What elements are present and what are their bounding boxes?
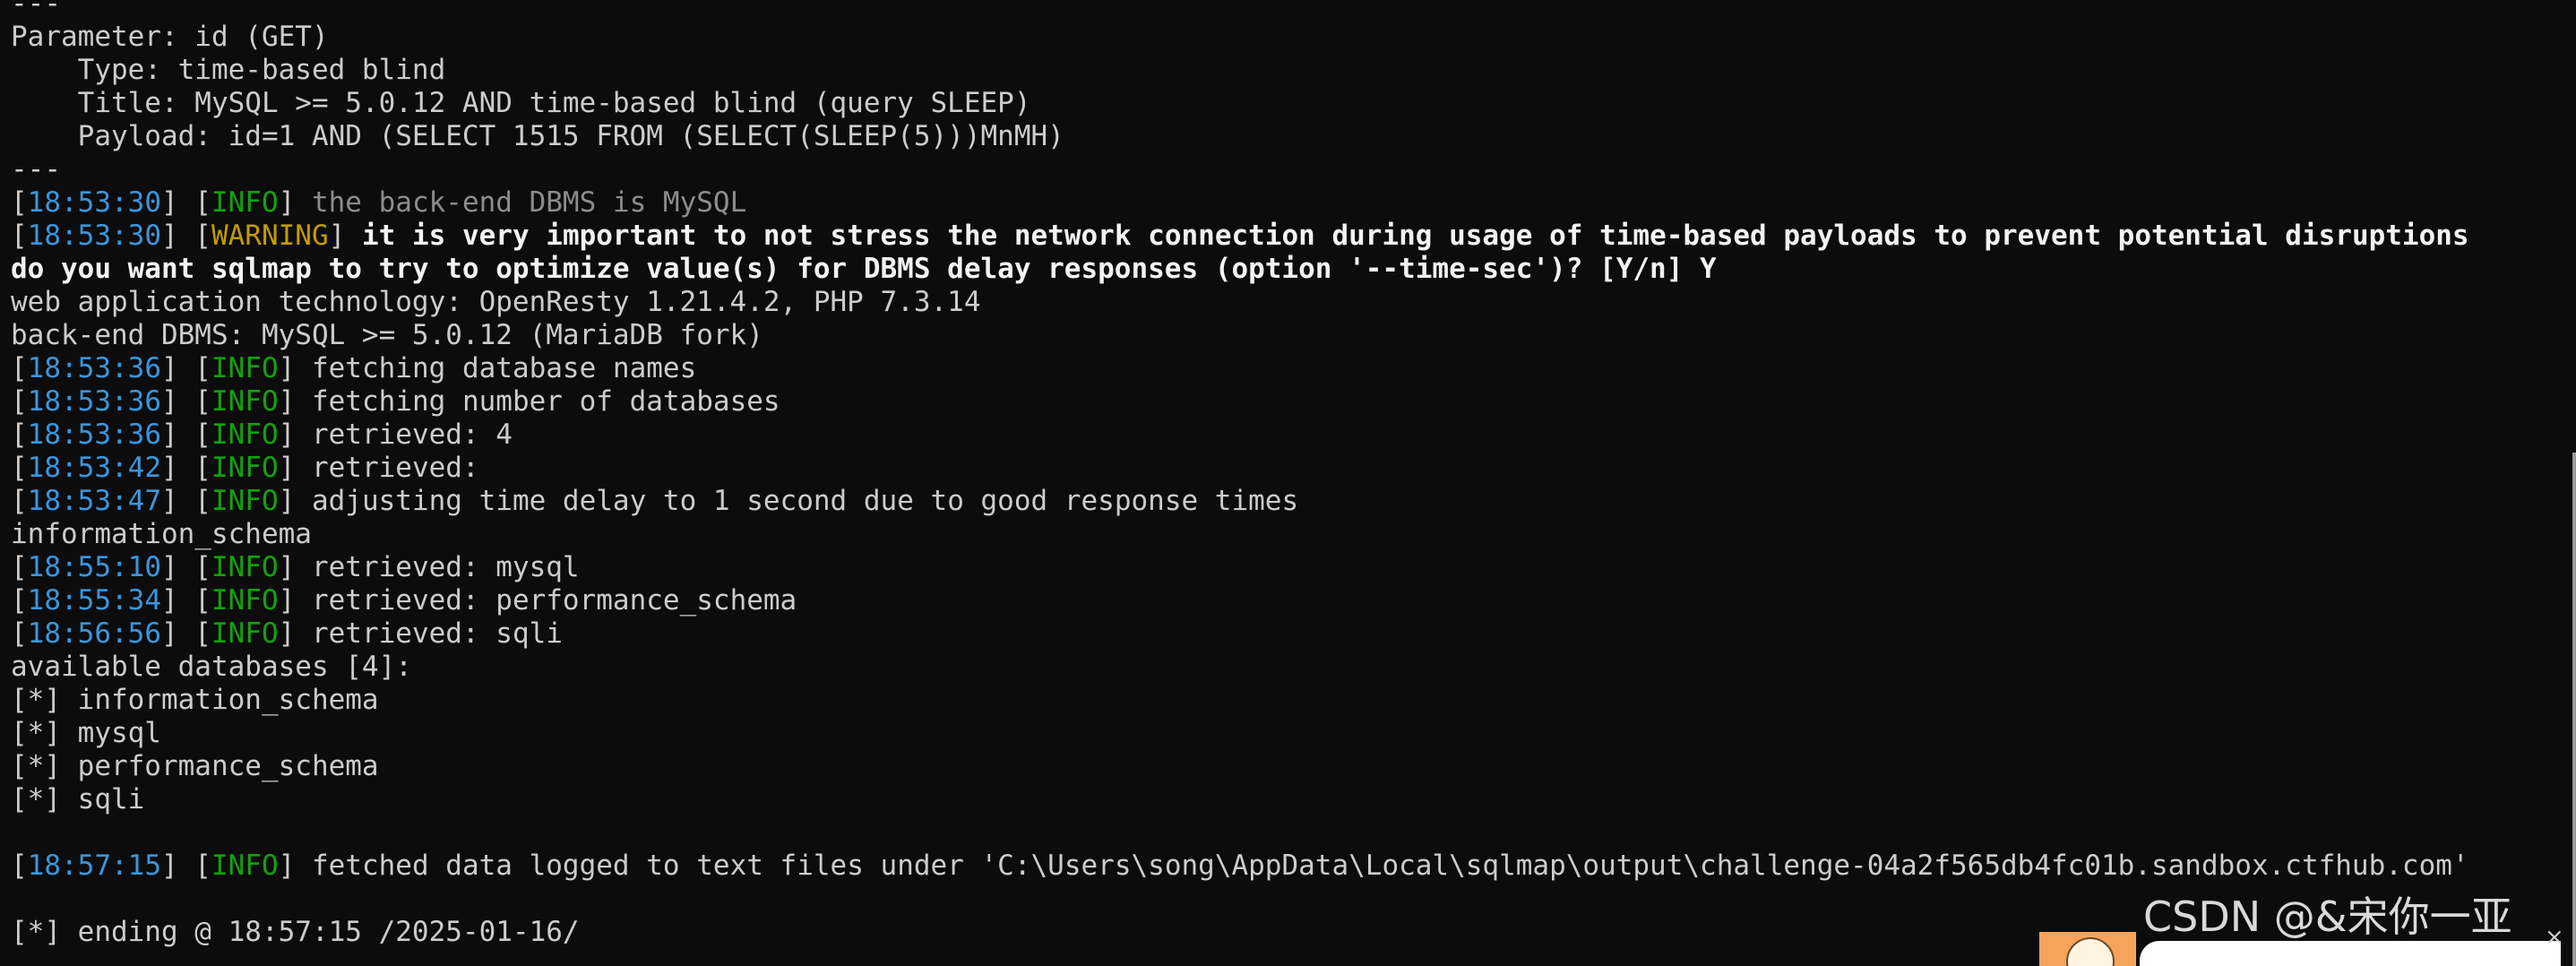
log-line: [18:55:34] [INFO] retrieved: performance… bbox=[11, 584, 797, 617]
terminal-line: Payload: id=1 AND (SELECT 1515 FROM (SEL… bbox=[11, 120, 1064, 152]
log-level-tag: INFO bbox=[211, 186, 279, 219]
terminal-output: --- Parameter: id (GET) Type: time-based… bbox=[11, 0, 2555, 949]
log-message: it is very important to not stress the n… bbox=[345, 220, 2469, 252]
log-message: fetching database names bbox=[295, 352, 697, 384]
log-timestamp: 18:53:30 bbox=[27, 186, 161, 219]
log-level-tag: INFO bbox=[211, 584, 279, 617]
log-message: retrieved: sqli bbox=[295, 617, 563, 650]
log-line: [18:53:30] [WARNING] it is very importan… bbox=[11, 220, 2469, 252]
close-icon[interactable]: × bbox=[2545, 921, 2564, 954]
database-list-item: [*] performance_schema bbox=[11, 750, 379, 782]
terminal-line: available databases [4]: bbox=[11, 651, 412, 683]
database-list-item: [*] sqli bbox=[11, 783, 145, 815]
overlay-card bbox=[2140, 941, 2561, 966]
terminal-line: --- bbox=[11, 153, 61, 185]
log-timestamp: 18:55:34 bbox=[27, 584, 161, 617]
terminal-line: information_schema bbox=[11, 518, 312, 550]
log-message: fetching number of databases bbox=[295, 385, 780, 418]
log-line: [18:53:47] [INFO] adjusting time delay t… bbox=[11, 485, 1299, 517]
log-timestamp: 18:56:56 bbox=[27, 617, 161, 650]
log-timestamp: 18:57:15 bbox=[27, 850, 161, 882]
log-line: [18:53:42] [INFO] retrieved: bbox=[11, 452, 496, 484]
log-message: fetched data logged to text files under … bbox=[295, 850, 2469, 882]
log-line: [18:57:15] [INFO] fetched data logged to… bbox=[11, 850, 2469, 882]
log-line: [18:53:36] [INFO] retrieved: 4 bbox=[11, 418, 513, 451]
log-timestamp: 18:53:36 bbox=[27, 352, 161, 384]
log-line: [18:53:36] [INFO] fetching number of dat… bbox=[11, 385, 780, 418]
log-level-tag: INFO bbox=[211, 418, 279, 451]
log-line: [18:53:30] [INFO] the back-end DBMS is M… bbox=[11, 186, 747, 219]
log-message: the back-end DBMS is MySQL bbox=[295, 186, 747, 219]
log-level-tag: INFO bbox=[211, 485, 279, 517]
terminal-line: web application technology: OpenResty 1.… bbox=[11, 286, 981, 318]
log-level-tag: INFO bbox=[211, 452, 279, 484]
log-level-tag: INFO bbox=[211, 617, 279, 650]
avatar-face bbox=[2066, 937, 2115, 966]
prompt-line: do you want sqlmap to try to optimize va… bbox=[11, 253, 1717, 285]
terminal-line: Type: time-based blind bbox=[11, 54, 446, 86]
log-timestamp: 18:55:10 bbox=[27, 551, 161, 583]
terminal-line: Title: MySQL >= 5.0.12 AND time-based bl… bbox=[11, 87, 1031, 119]
log-level-tag: INFO bbox=[211, 385, 279, 418]
log-timestamp: 18:53:36 bbox=[27, 418, 161, 451]
log-timestamp: 18:53:42 bbox=[27, 452, 161, 484]
terminal-line: back-end DBMS: MySQL >= 5.0.12 (MariaDB … bbox=[11, 319, 763, 351]
log-level-tag: INFO bbox=[211, 352, 279, 384]
log-message: adjusting time delay to 1 second due to … bbox=[295, 485, 1299, 517]
database-list-item: [*] information_schema bbox=[11, 684, 379, 716]
log-level-tag: INFO bbox=[211, 551, 279, 583]
log-line: [18:53:36] [INFO] fetching database name… bbox=[11, 352, 697, 384]
database-list-item: [*] mysql bbox=[11, 717, 161, 749]
terminal-line: Parameter: id (GET) bbox=[11, 21, 329, 53]
log-timestamp: 18:53:47 bbox=[27, 485, 161, 517]
log-line: [18:55:10] [INFO] retrieved: mysql bbox=[11, 551, 580, 583]
watermark: CSDN @&宋你一亚 bbox=[2143, 893, 2512, 941]
log-level-tag: INFO bbox=[211, 850, 279, 882]
log-timestamp: 18:53:36 bbox=[27, 385, 161, 418]
terminal-window[interactable]: --- Parameter: id (GET) Type: time-based… bbox=[0, 0, 2576, 966]
log-message: retrieved: mysql bbox=[295, 551, 580, 583]
log-message: retrieved: bbox=[295, 452, 496, 484]
log-message: retrieved: 4 bbox=[295, 418, 513, 451]
avatar-icon[interactable] bbox=[2039, 932, 2136, 966]
log-timestamp: 18:53:30 bbox=[27, 220, 161, 252]
terminal-line: --- bbox=[11, 0, 61, 20]
log-message: retrieved: performance_schema bbox=[295, 584, 797, 617]
scrollbar[interactable] bbox=[2572, 453, 2576, 966]
log-line: [18:56:56] [INFO] retrieved: sqli bbox=[11, 617, 563, 650]
log-level-tag: WARNING bbox=[211, 220, 329, 252]
